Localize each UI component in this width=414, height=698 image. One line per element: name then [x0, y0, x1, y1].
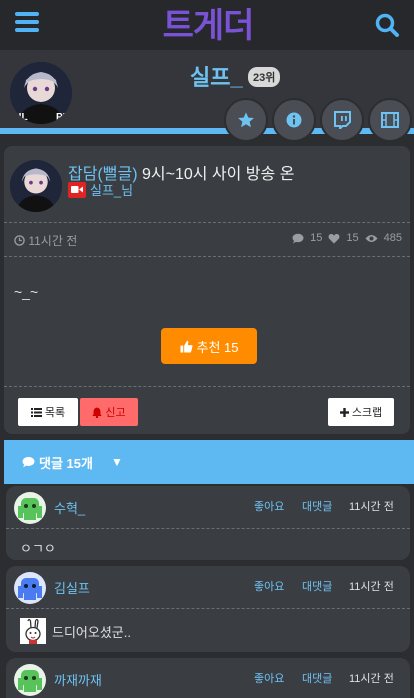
- comment-like-button[interactable]: 좋아요: [254, 670, 284, 686]
- info-button[interactable]: [272, 98, 316, 142]
- post-title-text: 9시~10시 사이 방송 온: [142, 166, 295, 183]
- bell-icon: [92, 407, 103, 418]
- comment-time: 11시간 전: [349, 581, 394, 593]
- comments-count-label: 댓글 15개: [39, 455, 93, 471]
- scrap-label: 스크랩: [351, 407, 383, 419]
- divider: [4, 222, 410, 223]
- comment-count: 15: [310, 232, 323, 244]
- divider: [6, 528, 410, 529]
- rank-badge: 23위: [248, 67, 281, 87]
- divider: [4, 386, 410, 387]
- site-logo[interactable]: 트게더: [160, 6, 256, 46]
- post-body: ~_~: [14, 284, 39, 300]
- list-button[interactable]: 목록: [18, 398, 78, 426]
- film-icon: [381, 112, 399, 128]
- comment-time: 11시간 전: [349, 673, 394, 685]
- favorite-button[interactable]: [224, 98, 268, 142]
- star-icon: [238, 112, 254, 128]
- comment-reply-button[interactable]: 대댓글: [302, 670, 332, 686]
- comment-icon: [22, 456, 35, 468]
- commenter-avatar[interactable]: [14, 492, 46, 524]
- commenter-avatar[interactable]: [14, 572, 46, 604]
- streamer-avatar[interactable]: SIL PH: [10, 62, 72, 124]
- comment-item: 수혁_ 좋아요 대댓글 11시간 전 ㅇㄱㅇ: [6, 486, 410, 560]
- menu-icon[interactable]: [15, 12, 39, 34]
- video-button[interactable]: [368, 98, 412, 142]
- search-icon[interactable]: [374, 12, 400, 38]
- comment-reply-button[interactable]: 대댓글: [302, 498, 332, 514]
- comment-item: 까재까재 좋아요 대댓글 11시간 전: [6, 658, 410, 698]
- author-name: 실프_님: [90, 183, 134, 198]
- post-time: 11시간 전: [14, 232, 77, 249]
- commenter-avatar[interactable]: [14, 664, 46, 696]
- commenter-name[interactable]: 수혁_: [54, 498, 85, 517]
- report-button[interactable]: 신고: [80, 398, 138, 426]
- commenter-name[interactable]: 김실프: [54, 578, 90, 597]
- author-avatar[interactable]: [10, 160, 62, 212]
- comment-reply-button[interactable]: 대댓글: [302, 578, 332, 594]
- commenter-name[interactable]: 까재까재: [54, 670, 102, 689]
- divider: [4, 256, 410, 257]
- plus-icon: [339, 407, 349, 417]
- scrap-button[interactable]: 스크랩: [328, 398, 394, 426]
- comment-like-button[interactable]: 좋아요: [254, 498, 284, 514]
- info-icon: [286, 112, 302, 128]
- comment-text-content: ㅇㄱㅇ: [20, 541, 56, 556]
- twitch-icon: [334, 111, 351, 129]
- post-header: 잡담(뻘글) 9시~10시 사이 방송 온 실프_님: [4, 146, 410, 222]
- post-card: 잡담(뻘글) 9시~10시 사이 방송 온 실프_님 11시간 전 15 15 …: [4, 146, 410, 434]
- clock-icon: [14, 235, 25, 246]
- heart-icon: [328, 233, 340, 243]
- post-stats: 15 15 485: [292, 232, 402, 244]
- comment-text: 드디어오셨군..: [20, 618, 131, 644]
- top-bar: 트게더: [0, 0, 414, 50]
- comment-like-button[interactable]: 좋아요: [254, 578, 284, 594]
- rabbit-emoticon-icon: [20, 618, 46, 644]
- twitch-button[interactable]: [320, 98, 364, 142]
- caret-down-icon: ▼: [110, 455, 123, 469]
- video-camera-icon: [68, 181, 86, 198]
- list-label: 목록: [44, 407, 66, 419]
- report-label: 신고: [105, 407, 126, 419]
- comments-toggle[interactable]: 댓글 15개 ▼: [4, 440, 414, 484]
- comment-item: 김실프 좋아요 대댓글 11시간 전 드디어오셨군..: [6, 566, 410, 652]
- thumbs-up-icon: [179, 340, 193, 353]
- post-time-text: 11시간 전: [28, 234, 78, 248]
- view-count: 485: [383, 232, 402, 244]
- comment-time: 11시간 전: [349, 501, 394, 513]
- eye-icon: [365, 234, 378, 242]
- streamer-name: 실프_: [190, 65, 243, 90]
- recommend-button[interactable]: 추천 15: [161, 328, 257, 364]
- list-icon: [30, 407, 42, 417]
- divider: [6, 608, 410, 609]
- svg-text:SIL: SIL: [12, 112, 28, 123]
- comment-text-content: 드디어오셨군..: [52, 624, 131, 640]
- recommend-label: 추천 15: [196, 339, 239, 355]
- like-count: 15: [346, 232, 359, 244]
- post-author[interactable]: 실프_님: [68, 180, 133, 199]
- svg-text:PH: PH: [56, 112, 70, 123]
- comment-text: ㅇㄱㅇ: [20, 538, 56, 557]
- comment-icon: [292, 233, 304, 243]
